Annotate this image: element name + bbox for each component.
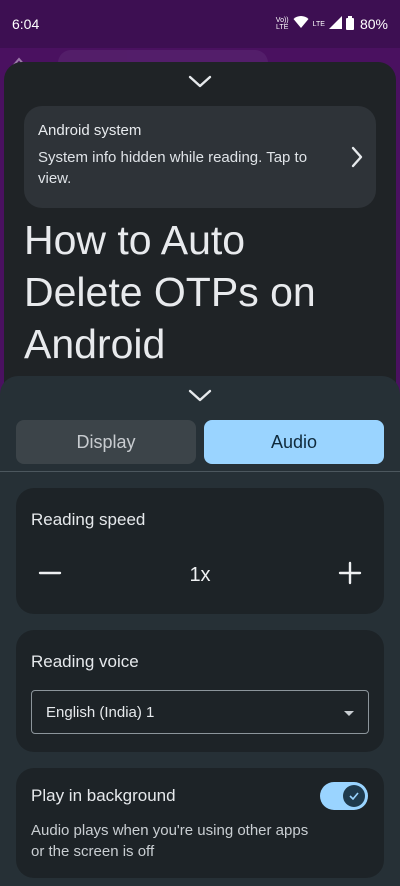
play-in-background-card: Play in background Audio plays when you'… <box>16 768 384 878</box>
plus-icon <box>338 561 362 584</box>
notice-title: Android system <box>38 122 142 139</box>
play-in-background-toggle[interactable] <box>320 782 368 810</box>
volte-indicator: Vo)) LTE <box>276 17 289 31</box>
reading-speed-value: 1x <box>189 563 211 586</box>
toggle-knob <box>343 785 365 807</box>
volte-bottom-label: LTE <box>276 24 289 31</box>
wifi-icon <box>293 16 309 32</box>
network-type-label: LTE <box>312 20 325 28</box>
collapse-sheet-button[interactable] <box>186 74 214 94</box>
settings-tabs: Display Audio <box>16 420 384 464</box>
tabs-divider <box>0 471 400 472</box>
increase-speed-button[interactable] <box>338 561 362 590</box>
chevron-down-icon <box>188 75 212 94</box>
status-time: 6:04 <box>12 16 40 32</box>
reading-speed-control: 1x <box>38 560 362 590</box>
battery-percent: 80% <box>359 16 388 32</box>
article-title: How to Auto Delete OTPs on Android <box>24 217 316 367</box>
status-icons: Vo)) LTE LTE 80% <box>276 15 388 33</box>
reading-speed-card: Reading speed 1x <box>16 488 384 614</box>
volte-top-label: Vo)) <box>275 17 289 24</box>
tab-audio[interactable]: Audio <box>204 420 384 464</box>
play-in-background-label: Play in background <box>31 786 176 805</box>
check-icon <box>349 792 359 800</box>
reading-voice-value: English (India) 1 <box>46 703 155 721</box>
dropdown-arrow-icon <box>344 704 354 721</box>
chevron-down-icon <box>188 389 212 408</box>
reading-voice-card: Reading voice English (India) 1 <box>16 630 384 752</box>
reading-voice-label: Reading voice <box>31 652 139 671</box>
notice-body: System info hidden while reading. Tap to… <box>38 149 308 187</box>
minus-icon <box>38 571 62 574</box>
signal-icon <box>328 16 342 32</box>
chevron-right-icon <box>350 146 364 173</box>
play-in-background-description: Audio plays when you're using other apps… <box>31 822 309 860</box>
battery-icon <box>345 15 354 33</box>
system-info-notice[interactable]: Android system System info hidden while … <box>24 106 376 208</box>
collapse-settings-button[interactable] <box>186 388 214 408</box>
reading-settings-panel: Display Audio Reading speed 1x Reading v… <box>0 376 400 886</box>
reading-speed-label: Reading speed <box>31 510 146 529</box>
tab-display[interactable]: Display <box>16 420 196 464</box>
decrease-speed-button[interactable] <box>38 561 62 590</box>
status-bar: 6:04 Vo)) LTE LTE 80% <box>0 0 400 48</box>
reading-voice-dropdown[interactable]: English (India) 1 <box>31 690 369 734</box>
